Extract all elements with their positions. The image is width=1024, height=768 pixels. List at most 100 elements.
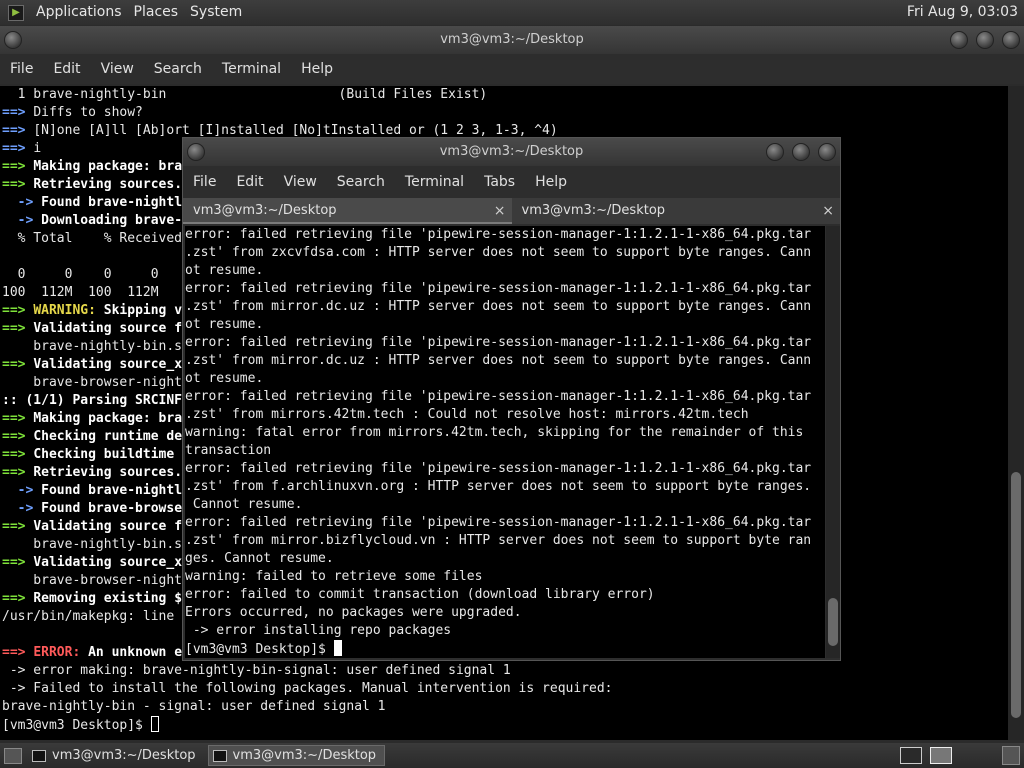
terminal-line: .zst' from zxcvfdsa.com : HTTP server do…	[185, 244, 825, 262]
terminal-text: Cannot resume.	[185, 497, 303, 512]
back-window-titlebar[interactable]: vm3@vm3:~/Desktop	[0, 26, 1024, 54]
terminal-text: -> error making: brave-nightly-bin-signa…	[2, 663, 511, 678]
menu-edit[interactable]: Edit	[43, 61, 90, 77]
applications-icon[interactable]: ▶	[8, 4, 24, 21]
menu-terminal[interactable]: Terminal	[212, 61, 291, 77]
terminal-text: -> error installing repo packages	[185, 623, 452, 638]
menu-search[interactable]: Search	[144, 61, 212, 77]
terminal-line: -> error installing repo packages	[185, 622, 825, 640]
minimize-icon[interactable]	[766, 143, 784, 161]
front-terminal-window: vm3@vm3:~/Desktop File Edit View Search …	[182, 137, 841, 661]
terminal-text: warning: fatal error from mirrors.42tm.t…	[185, 425, 804, 440]
terminal-text: .zst' from mirror.dc.uz : HTTP server do…	[185, 353, 812, 368]
back-window-menubar: File Edit View Search Terminal Help	[0, 54, 1024, 84]
menu-view[interactable]: View	[91, 61, 144, 77]
front-scrollbar[interactable]	[826, 226, 840, 658]
menu-places[interactable]: Places	[128, 0, 185, 25]
terminal-text: An unknown e	[88, 645, 183, 660]
menu-help[interactable]: Help	[291, 61, 343, 77]
terminal-text: error: failed retrieving file 'pipewire-…	[185, 389, 812, 404]
back-window-title: vm3@vm3:~/Desktop	[440, 32, 584, 47]
terminal-line: ==> Diffs to show?	[2, 104, 1010, 122]
menu-file[interactable]: File	[0, 61, 43, 77]
terminal-text: transaction	[185, 443, 272, 458]
terminal-text: WARNING:	[33, 303, 104, 318]
terminal-text: .zst' from mirror.bizflycloud.vn : HTTP …	[185, 533, 812, 548]
terminal-text: ==>	[2, 321, 34, 336]
terminal-text: Making package: bra	[33, 159, 183, 174]
terminal-line: [vm3@vm3 Desktop]$	[2, 716, 1010, 734]
taskbar: vm3@vm3:~/Desktop vm3@vm3:~/Desktop	[0, 743, 1024, 768]
terminal-text: error: failed retrieving file 'pipewire-…	[185, 281, 812, 296]
tab-terminal-1[interactable]: vm3@vm3:~/Desktop ×	[183, 198, 512, 224]
terminal-text: ot resume.	[185, 317, 264, 332]
terminal-line: .zst' from mirrors.42tm.tech : Could not…	[185, 406, 825, 424]
trash-icon[interactable]	[1002, 746, 1020, 765]
front-terminal-output[interactable]: error: failed retrieving file 'pipewire-…	[185, 226, 825, 658]
close-icon[interactable]	[1002, 31, 1020, 49]
workspace-1[interactable]	[900, 747, 922, 764]
terminal-text: Found brave-nightl	[41, 483, 183, 498]
taskbar-item[interactable]: vm3@vm3:~/Desktop	[28, 745, 204, 766]
terminal-text: error: failed retrieving file 'pipewire-…	[185, 515, 812, 530]
close-icon[interactable]: ×	[822, 198, 834, 224]
window-menu-icon[interactable]	[4, 31, 22, 49]
terminal-text: [vm3@vm3 Desktop]$	[185, 642, 334, 657]
terminal-text: ==>	[2, 303, 34, 318]
close-icon[interactable]: ×	[494, 198, 506, 224]
terminal-text: Skipping v	[103, 303, 183, 318]
terminal-text: brave-nightly-bin.s	[2, 537, 183, 552]
terminal-line: .zst' from mirror.bizflycloud.vn : HTTP …	[185, 532, 825, 550]
terminal-text: 100 112M 100 112M	[2, 285, 159, 300]
terminal-line: ot resume.	[185, 262, 825, 280]
menu-search[interactable]: Search	[327, 174, 395, 190]
taskbar-item-active[interactable]: vm3@vm3:~/Desktop	[207, 745, 386, 766]
terminal-text: error: failed retrieving file 'pipewire-…	[185, 227, 812, 242]
maximize-icon[interactable]	[976, 31, 994, 49]
front-window-title: vm3@vm3:~/Desktop	[439, 144, 584, 159]
terminal-text: ERROR:	[33, 645, 89, 660]
terminal-line: ot resume.	[185, 370, 825, 388]
menu-tabs[interactable]: Tabs	[474, 174, 525, 190]
front-window-titlebar[interactable]: vm3@vm3:~/Desktop	[183, 138, 840, 166]
tab-terminal-2[interactable]: vm3@vm3:~/Desktop ×	[512, 198, 841, 224]
back-scrollbar-thumb[interactable]	[1011, 472, 1021, 718]
minimize-icon[interactable]	[950, 31, 968, 49]
terminal-line: Errors occurred, no packages were upgrad…	[185, 604, 825, 622]
terminal-line: -> error making: brave-nightly-bin-signa…	[2, 662, 1010, 680]
terminal-text: error: failed to commit transaction (dow…	[185, 587, 655, 602]
terminal-icon	[212, 749, 227, 762]
terminal-line: [vm3@vm3 Desktop]$	[185, 640, 825, 658]
terminal-text: ==>	[2, 429, 34, 444]
menu-help[interactable]: Help	[525, 174, 577, 190]
back-scrollbar[interactable]	[1008, 86, 1024, 740]
terminal-text: .zst' from mirror.dc.uz : HTTP server do…	[185, 299, 812, 314]
terminal-line: ot resume.	[185, 316, 825, 334]
menu-view[interactable]: View	[274, 174, 327, 190]
terminal-text: ->	[2, 195, 42, 210]
menu-file[interactable]: File	[183, 174, 226, 190]
front-scrollbar-thumb[interactable]	[828, 598, 838, 646]
terminal-line: error: failed retrieving file 'pipewire-…	[185, 460, 825, 478]
terminal-text: .zst' from f.archlinuxvn.org : HTTP serv…	[185, 479, 812, 494]
terminal-text: 1 brave-nightly-bin (Build Files Exist)	[2, 87, 488, 102]
clock[interactable]: Fri Aug 9, 03:03	[907, 0, 1018, 25]
terminal-line: ges. Cannot resume.	[185, 550, 825, 568]
menu-applications[interactable]: Applications	[30, 0, 128, 25]
terminal-text: Checking buildtime	[33, 447, 183, 462]
menu-edit[interactable]: Edit	[226, 174, 273, 190]
menu-terminal[interactable]: Terminal	[395, 174, 474, 190]
terminal-text: Retrieving sources.	[33, 465, 183, 480]
terminal-text: error: failed retrieving file 'pipewire-…	[185, 335, 812, 350]
close-icon[interactable]	[818, 143, 836, 161]
terminal-text: .zst' from zxcvfdsa.com : HTTP server do…	[185, 245, 812, 260]
terminal-text: ==>	[2, 105, 34, 120]
terminal-cursor	[333, 640, 342, 656]
menu-system[interactable]: System	[184, 0, 248, 25]
terminal-text: brave-nightly-bin.s	[2, 339, 183, 354]
workspace-2[interactable]	[930, 747, 952, 764]
terminal-line: Cannot resume.	[185, 496, 825, 514]
show-desktop-icon[interactable]	[4, 747, 22, 764]
window-menu-icon[interactable]	[187, 143, 205, 161]
maximize-icon[interactable]	[792, 143, 810, 161]
